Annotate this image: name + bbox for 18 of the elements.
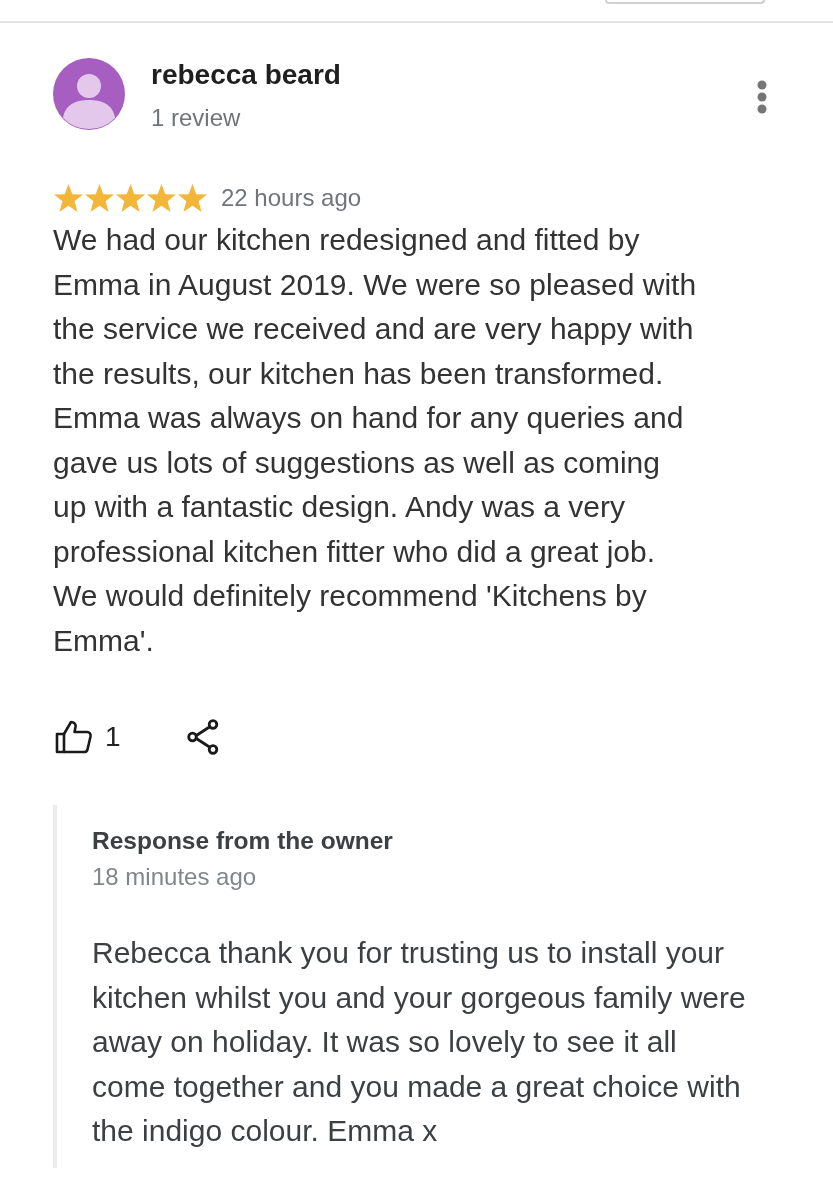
share-icon	[186, 719, 219, 755]
reviewer-name[interactable]: rebecca beard	[151, 58, 341, 92]
star-icon	[115, 183, 146, 213]
star-icon	[146, 183, 177, 213]
review-count: 1 review	[151, 103, 241, 133]
avatar-icon[interactable]	[53, 58, 125, 130]
like-button[interactable]: 1	[53, 720, 121, 754]
star-icon	[53, 183, 84, 213]
more-options-button[interactable]	[755, 80, 769, 114]
star-icon	[177, 183, 208, 213]
response-time: 18 minutes ago	[92, 862, 257, 892]
review-text: We had our kitchen redesigned and fitted by Emma in August 2019. We were so pleased with the service we received and are very happy with the results, our kitchen has been transformed. Emma was always on hand for any queries and gave us lots of suggestions as well as coming up with a fantastic design. Andy was a very professional kitchen fitter who did a great job. We would definitely recommend 'Kitchens by Emma'.	[53, 222, 698, 659]
response-title: Response from the owner	[92, 826, 393, 856]
response-text: Rebecca thank you for trusting us to install your kitchen whilst you and your gorgeous family were away on holiday. It was so lovely to see it all come together and you made a great choice with the indigo colour. Emma x	[92, 935, 747, 1149]
share-button[interactable]	[186, 719, 219, 755]
review-time: 22 hours ago	[221, 183, 362, 213]
thumbs-up-icon	[55, 720, 93, 754]
star-icon	[84, 183, 115, 213]
